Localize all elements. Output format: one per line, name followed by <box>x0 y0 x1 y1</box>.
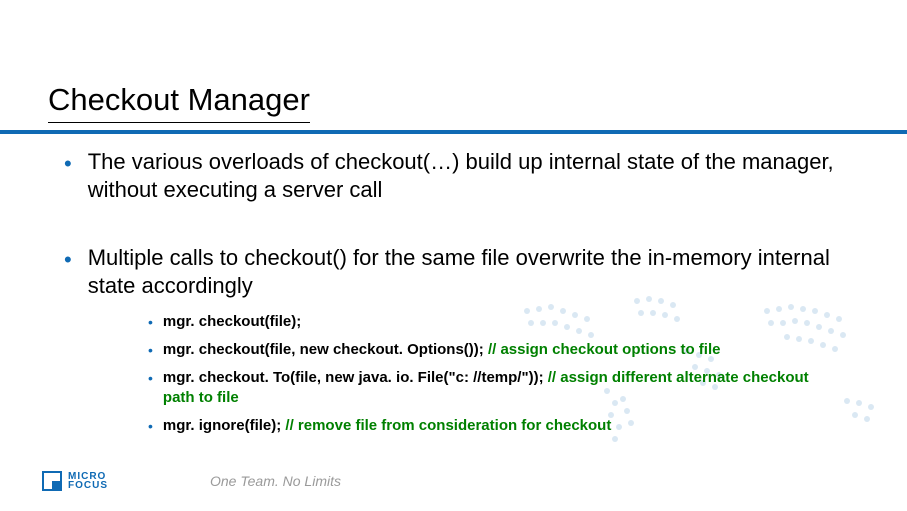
bullet-item: • The various overloads of checkout(…) b… <box>64 148 854 204</box>
logo-text: MICRO FOCUS <box>68 472 108 490</box>
code-line: mgr. checkout. To(file, new java. io. Fi… <box>163 368 843 408</box>
bullet-item: • Multiple calls to checkout() for the s… <box>64 244 854 300</box>
bullet-dot-icon: • <box>64 150 72 178</box>
bullet-text: Multiple calls to checkout() for the sam… <box>88 244 854 300</box>
slide: Checkout Manager • The various overloads… <box>0 0 907 511</box>
code-line: mgr. checkout(file, new checkout. Option… <box>163 340 721 360</box>
bullet-text: The various overloads of checkout(…) bui… <box>88 148 854 204</box>
bullet-list: • The various overloads of checkout(…) b… <box>64 148 854 444</box>
sub-bullet-list: • mgr. checkout(file); • mgr. checkout(f… <box>148 312 854 436</box>
bullet-dot-icon: • <box>148 368 153 388</box>
title-divider <box>0 130 907 134</box>
sub-bullet-item: • mgr. ignore(file); // remove file from… <box>148 416 854 436</box>
footer-tagline: One Team. No Limits <box>210 473 341 489</box>
bullet-dot-icon: • <box>64 246 72 274</box>
sub-bullet-item: • mgr. checkout(file, new checkout. Opti… <box>148 340 854 360</box>
bullet-dot-icon: • <box>148 312 153 332</box>
code-line: mgr. checkout(file); <box>163 312 301 332</box>
bullet-dot-icon: • <box>148 340 153 360</box>
code-line: mgr. ignore(file); // remove file from c… <box>163 416 611 436</box>
slide-title: Checkout Manager <box>48 82 310 123</box>
sub-bullet-item: • mgr. checkout. To(file, new java. io. … <box>148 368 854 408</box>
footer-logo: MICRO FOCUS <box>42 471 108 491</box>
sub-bullet-item: • mgr. checkout(file); <box>148 312 854 332</box>
logo-icon <box>42 471 62 491</box>
bullet-dot-icon: • <box>148 416 153 436</box>
